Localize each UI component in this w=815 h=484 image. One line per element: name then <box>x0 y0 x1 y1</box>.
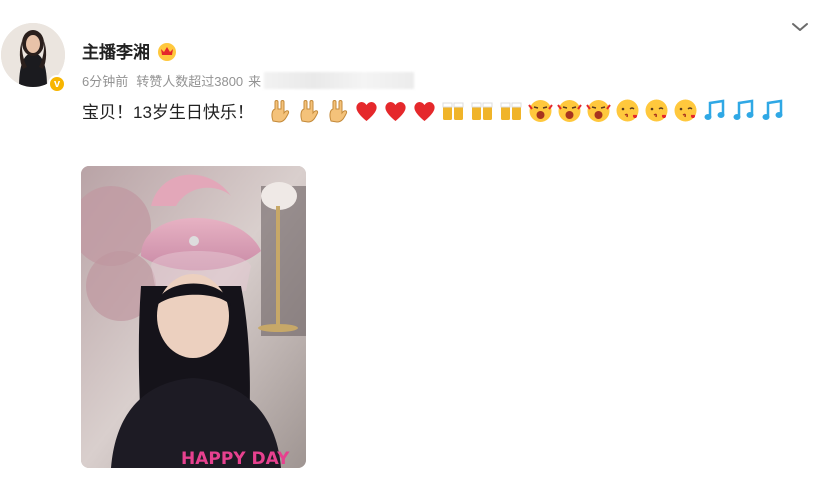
verified-badge-icon: v <box>48 75 66 93</box>
rock-hand-icon <box>266 97 293 124</box>
kiss-face-icon <box>672 97 699 124</box>
kiss-face-icon <box>614 97 641 124</box>
post-time[interactable]: 6分钟前 <box>82 71 128 90</box>
kiss-face-icon <box>643 97 670 124</box>
beer-icon <box>498 97 525 124</box>
beer-icon <box>469 97 496 124</box>
excited-face-icon <box>527 97 554 124</box>
heart-icon <box>353 97 380 124</box>
excited-face-icon <box>556 97 583 124</box>
emoji-row <box>266 97 788 124</box>
excited-face-icon <box>585 97 612 124</box>
chevron-down-icon[interactable] <box>790 20 810 34</box>
repost-count: 转赞人数超过3800 <box>136 74 244 89</box>
music-note-icon <box>701 97 728 124</box>
post-text: 宝贝！13岁生日快乐！ <box>82 102 254 122</box>
music-note-icon <box>730 97 757 124</box>
source-label: 来自 <box>248 74 262 89</box>
post-content: 宝贝！13岁生日快乐！ <box>82 95 788 125</box>
rock-hand-icon <box>295 97 322 124</box>
author-row: 主播李湘 <box>82 38 178 63</box>
source-blurred <box>264 72 415 89</box>
crown-icon <box>158 42 176 61</box>
photo-text: HAPPY DAY <box>181 449 290 468</box>
author-name[interactable]: 主播李湘 <box>82 38 150 63</box>
heart-icon <box>382 97 409 124</box>
heart-icon <box>411 97 438 124</box>
music-note-icon <box>759 97 786 124</box>
beer-icon <box>440 97 467 124</box>
rock-hand-icon <box>324 97 351 124</box>
post-photo[interactable]: HAPPY DAY <box>81 166 306 468</box>
post-meta: 6分钟前 转赞人数超过3800 来自 <box>82 71 415 90</box>
